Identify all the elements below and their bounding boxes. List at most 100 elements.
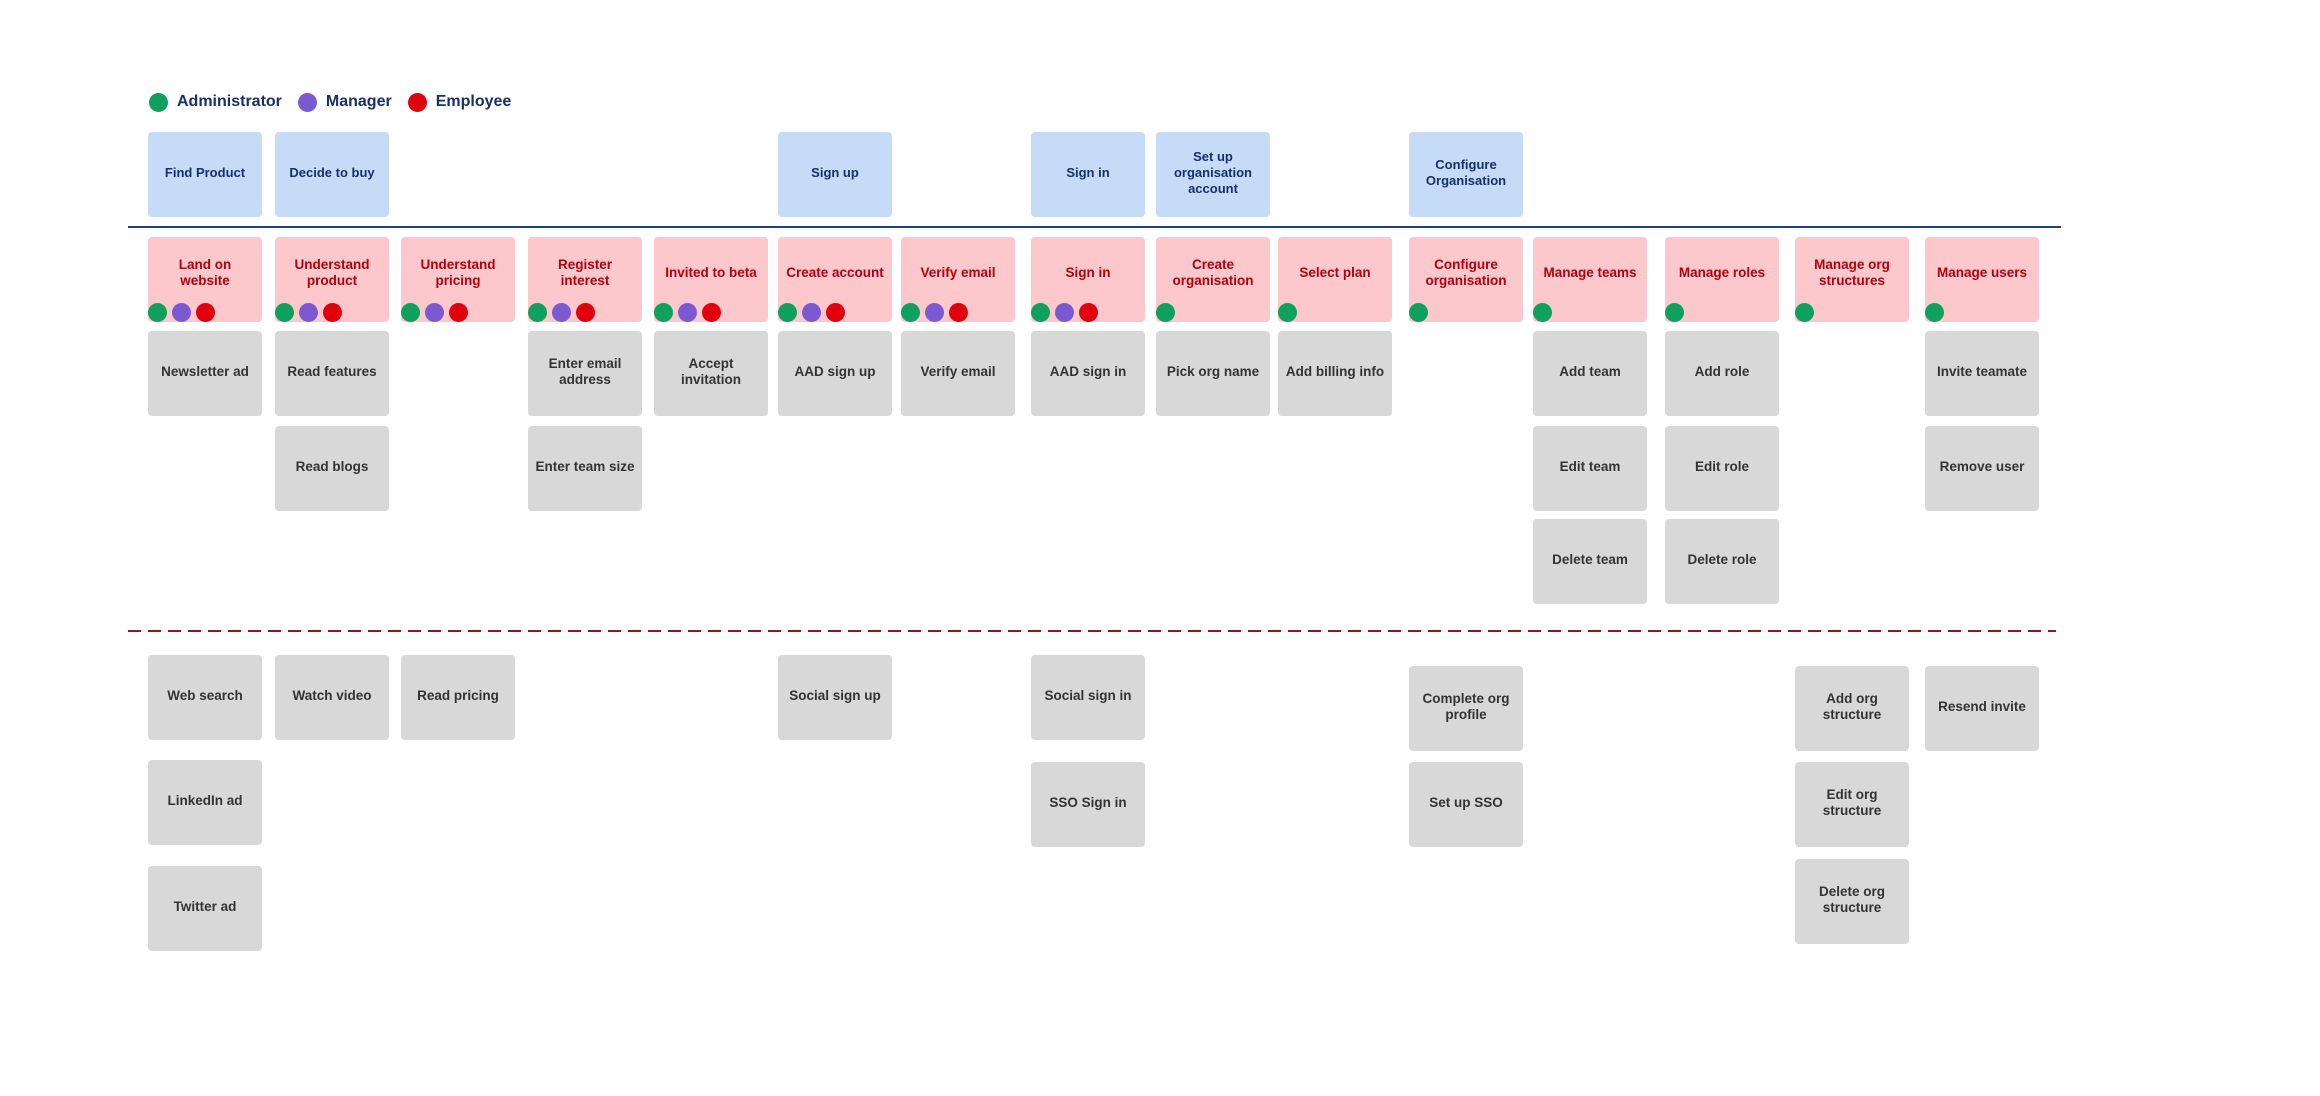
legend-label: Manager <box>325 93 392 110</box>
employee-dot-icon <box>826 303 845 322</box>
card-label: Select plan <box>1299 264 1371 280</box>
task-card-delete-team[interactable]: Delete team <box>1533 519 1647 604</box>
administrator-dot-icon <box>1533 303 1552 322</box>
task-card-sso-sign-in[interactable]: SSO Sign in <box>1031 762 1145 847</box>
card-label: Decide to buy <box>289 164 375 180</box>
administrator-dot-icon <box>1409 303 1428 322</box>
employee-dot-icon <box>1079 303 1098 322</box>
task-card-accept-invitation[interactable]: Accept invitation <box>654 331 768 416</box>
activity-card-sign-in[interactable]: Sign in <box>1031 237 1145 322</box>
task-card-verify-email[interactable]: Verify email <box>901 331 1015 416</box>
card-label: Resend invite <box>1938 698 2026 714</box>
task-card-add-org-structure[interactable]: Add org structure <box>1795 666 1909 751</box>
administrator-dot-icon <box>1278 303 1297 322</box>
card-label: Read pricing <box>417 687 499 703</box>
header-card-configure-organisation[interactable]: Configure Organisation <box>1409 132 1523 217</box>
task-card-pick-org-name[interactable]: Pick org name <box>1156 331 1270 416</box>
card-label: Manage teams <box>1543 264 1637 280</box>
card-label: Add team <box>1559 363 1621 379</box>
activity-card-land-on-website[interactable]: Land on website <box>148 237 262 322</box>
activity-card-select-plan[interactable]: Select plan <box>1278 237 1392 322</box>
activity-card-configure-organisation[interactable]: Configure organisation <box>1409 237 1523 322</box>
task-card-edit-role[interactable]: Edit role <box>1665 426 1779 511</box>
role-dots <box>901 303 973 322</box>
card-label: Add role <box>1694 363 1750 379</box>
task-card-aad-sign-in[interactable]: AAD sign in <box>1031 331 1145 416</box>
card-label: Twitter ad <box>173 898 237 914</box>
card-label: Add billing info <box>1285 363 1385 379</box>
card-label: Web search <box>167 687 243 703</box>
task-card-remove-user[interactable]: Remove user <box>1925 426 2039 511</box>
activity-card-register-interest[interactable]: Register interest <box>528 237 642 322</box>
header-card-decide-to-buy[interactable]: Decide to buy <box>275 132 389 217</box>
task-card-read-features[interactable]: Read features <box>275 331 389 416</box>
manager-dot-icon <box>925 303 944 322</box>
administrator-dot-icon <box>1795 303 1814 322</box>
header-card-find-product[interactable]: Find Product <box>148 132 262 217</box>
task-card-linkedin-ad[interactable]: LinkedIn ad <box>148 760 262 845</box>
task-card-delete-role[interactable]: Delete role <box>1665 519 1779 604</box>
activity-card-manage-teams[interactable]: Manage teams <box>1533 237 1647 322</box>
task-card-edit-org-structure[interactable]: Edit org structure <box>1795 762 1909 847</box>
task-card-complete-org-profile[interactable]: Complete org profile <box>1409 666 1523 751</box>
activity-card-manage-roles[interactable]: Manage roles <box>1665 237 1779 322</box>
task-card-enter-team-size[interactable]: Enter team size <box>528 426 642 511</box>
role-dots <box>401 303 473 322</box>
task-card-add-billing-info[interactable]: Add billing info <box>1278 331 1392 416</box>
card-label: Sign up <box>811 164 859 180</box>
employee-dot-icon <box>576 303 595 322</box>
task-card-watch-video[interactable]: Watch video <box>275 655 389 740</box>
header-card-set-up-organisation-account[interactable]: Set up organisation account <box>1156 132 1270 217</box>
role-dots <box>654 303 726 322</box>
card-label: Manage org structures <box>1814 256 1890 288</box>
card-label: Social sign up <box>789 687 881 703</box>
task-card-set-up-sso[interactable]: Set up SSO <box>1409 762 1523 847</box>
task-card-social-sign-up[interactable]: Social sign up <box>778 655 892 740</box>
employee-dot-icon <box>949 303 968 322</box>
release-divider <box>128 630 2056 632</box>
employee-dot-icon <box>449 303 468 322</box>
manager-dot-icon <box>802 303 821 322</box>
task-card-enter-email-address[interactable]: Enter email address <box>528 331 642 416</box>
task-card-newsletter-ad[interactable]: Newsletter ad <box>148 331 262 416</box>
manager-dot-icon <box>552 303 571 322</box>
task-card-aad-sign-up[interactable]: AAD sign up <box>778 331 892 416</box>
activity-card-manage-org-structures[interactable]: Manage org structures <box>1795 237 1909 322</box>
administrator-dot-icon <box>275 303 294 322</box>
task-card-add-team[interactable]: Add team <box>1533 331 1647 416</box>
role-dots <box>148 303 220 322</box>
header-card-sign-up[interactable]: Sign up <box>778 132 892 217</box>
activity-card-create-account[interactable]: Create account <box>778 237 892 322</box>
task-card-read-blogs[interactable]: Read blogs <box>275 426 389 511</box>
header-card-sign-in[interactable]: Sign in <box>1031 132 1145 217</box>
card-label: Delete role <box>1687 551 1757 567</box>
card-label: Social sign in <box>1044 687 1132 703</box>
card-label: Delete org structure <box>1818 883 1886 915</box>
card-label: Verify email <box>920 264 996 280</box>
task-card-twitter-ad[interactable]: Twitter ad <box>148 866 262 951</box>
task-card-delete-org-structure[interactable]: Delete org structure <box>1795 859 1909 944</box>
card-label: LinkedIn ad <box>167 792 243 808</box>
activity-card-understand-product[interactable]: Understand product <box>275 237 389 322</box>
card-label: Land on website <box>178 256 232 288</box>
task-card-invite-teamate[interactable]: Invite teamate <box>1925 331 2039 416</box>
task-card-social-sign-in[interactable]: Social sign in <box>1031 655 1145 740</box>
task-card-web-search[interactable]: Web search <box>148 655 262 740</box>
card-label: AAD sign up <box>794 363 876 379</box>
task-card-add-role[interactable]: Add role <box>1665 331 1779 416</box>
role-dots <box>1278 303 1302 322</box>
activity-card-manage-users[interactable]: Manage users <box>1925 237 2039 322</box>
activity-card-invited-to-beta[interactable]: Invited to beta <box>654 237 768 322</box>
activity-card-understand-pricing[interactable]: Understand pricing <box>401 237 515 322</box>
card-label: Add org structure <box>1822 690 1882 722</box>
task-card-resend-invite[interactable]: Resend invite <box>1925 666 2039 751</box>
role-legend: Administrator Manager Employee <box>149 91 527 113</box>
employee-dot-icon <box>702 303 721 322</box>
card-label: Manage users <box>1936 264 2028 280</box>
card-label: Configure Organisation <box>1425 156 1507 188</box>
task-card-read-pricing[interactable]: Read pricing <box>401 655 515 740</box>
activity-card-create-organisation[interactable]: Create organisation <box>1156 237 1270 322</box>
legend-item-manager: Manager <box>297 92 392 112</box>
activity-card-verify-email[interactable]: Verify email <box>901 237 1015 322</box>
task-card-edit-team[interactable]: Edit team <box>1533 426 1647 511</box>
